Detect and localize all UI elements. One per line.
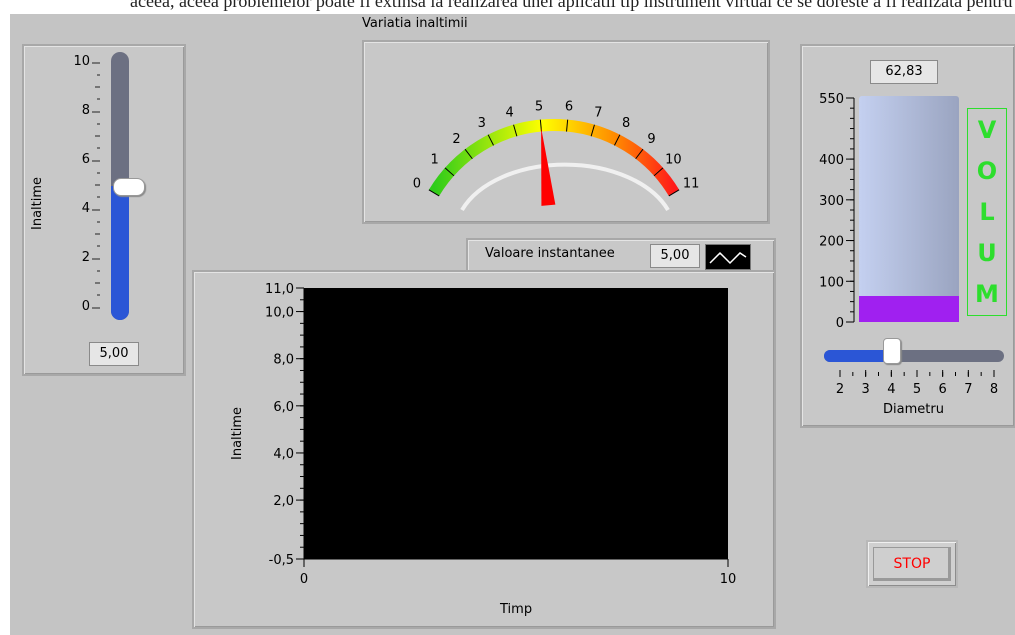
gauge-tick-label: 10 [665, 153, 682, 168]
volum-label: V O L U M [967, 108, 1007, 316]
diameter-tick-label: 5 [913, 382, 921, 397]
gauge: 012 3 4 5 6 7 8 9 1011 [413, 100, 700, 212]
gauge-tick-label: 9 [647, 132, 655, 147]
stop-button[interactable]: STOP [866, 540, 958, 588]
gauge-tick-label: 5 [535, 100, 543, 115]
labview-front-panel: aceea, aceea problemelor poate fi extins… [0, 0, 1015, 635]
tick-label: 0 [81, 299, 90, 314]
height-slider-thumb[interactable] [113, 178, 145, 196]
gauge-title: Variatia inaltimii [362, 16, 468, 31]
chart-y-tick-label: 8,0 [273, 353, 294, 368]
gauge-tick-label: 11 [683, 177, 700, 192]
diameter-slider-fill [824, 350, 892, 362]
volum-letter: M [975, 280, 999, 309]
gauge-tick-label: 6 [565, 100, 573, 115]
volum-letter: O [976, 156, 998, 185]
volum-letter: V [977, 115, 997, 144]
diameter-tick-label: 8 [990, 382, 998, 397]
diameter-tick-label: 3 [862, 382, 870, 397]
diameter-slider-thumb[interactable] [883, 338, 902, 364]
chart-y-tick-label: 6,0 [273, 400, 294, 415]
gauge-tick-label: 0 [413, 177, 421, 192]
tank-tick-label: 200 [819, 235, 844, 250]
chart-y-tick-label: -0,5 [269, 553, 294, 568]
height-slider-ticks-marks [92, 62, 100, 309]
diameter-tick-label: 6 [939, 382, 947, 397]
tick-label: 6 [81, 152, 90, 167]
chart-x-tick-label: 10 [720, 572, 737, 587]
tick-label: 2 [81, 250, 90, 265]
gauge-lower-arc [460, 162, 670, 212]
gauge-tick-label: 7 [594, 105, 602, 120]
tank-value-display: 62,83 [870, 60, 938, 84]
background-text: aceea, aceea problemelor poate fi extins… [130, 0, 1015, 11]
legend-label: Valoare instantanee [485, 246, 615, 261]
chart-y-tick-label: 10,0 [265, 306, 294, 321]
tank-tick-label: 100 [819, 275, 844, 290]
tick-label: 4 [81, 201, 90, 216]
height-slider-fill [111, 186, 129, 320]
chart-y-tick-label: 11,0 [265, 282, 294, 297]
tank-tick-label: 0 [836, 316, 844, 331]
gauge-tick-label: 4 [506, 105, 514, 120]
height-value-display: 5,00 [89, 342, 139, 366]
height-slider-label: Inaltime [30, 176, 45, 230]
chart-axes: 11,0 10,0 8,0 6,0 4,0 2,0 -0,5 0 10 [265, 282, 737, 587]
chart-y-tick-label: 2,0 [273, 494, 294, 509]
gauge-tick-label: 3 [478, 116, 486, 131]
diameter-slider-label: Diametru [883, 402, 944, 417]
tank-glass [859, 96, 959, 322]
tank-tick-label: 550 [819, 92, 844, 107]
volum-letter: L [979, 197, 995, 226]
line-plot-icon[interactable] [705, 244, 751, 270]
legend-value-display: 5,00 [650, 244, 700, 268]
stop-button-label: STOP [893, 556, 931, 572]
diameter-tick-label: 4 [887, 382, 895, 397]
gauge-tick-label: 2 [452, 132, 460, 147]
gauge-tick-label: 1 [430, 153, 438, 168]
volum-letter: U [977, 239, 997, 268]
chart-x-tick-label: 0 [300, 572, 308, 587]
tank-fill [859, 296, 959, 322]
gauge-tick-label: 8 [622, 116, 630, 131]
tank-tick-label: 300 [819, 194, 844, 209]
diameter-tick-label: 7 [964, 382, 972, 397]
tick-label: 10 [73, 54, 90, 69]
tank-tick-label: 400 [819, 153, 844, 168]
chart-y-tick-label: 4,0 [273, 447, 294, 462]
tick-label: 8 [81, 103, 90, 118]
diameter-slider-scale: 2 3 4 5 6 7 8 [836, 370, 998, 397]
diameter-tick-label: 2 [836, 382, 844, 397]
background-document-text: aceea, aceea problemelor poate fi extins… [0, 0, 1015, 14]
